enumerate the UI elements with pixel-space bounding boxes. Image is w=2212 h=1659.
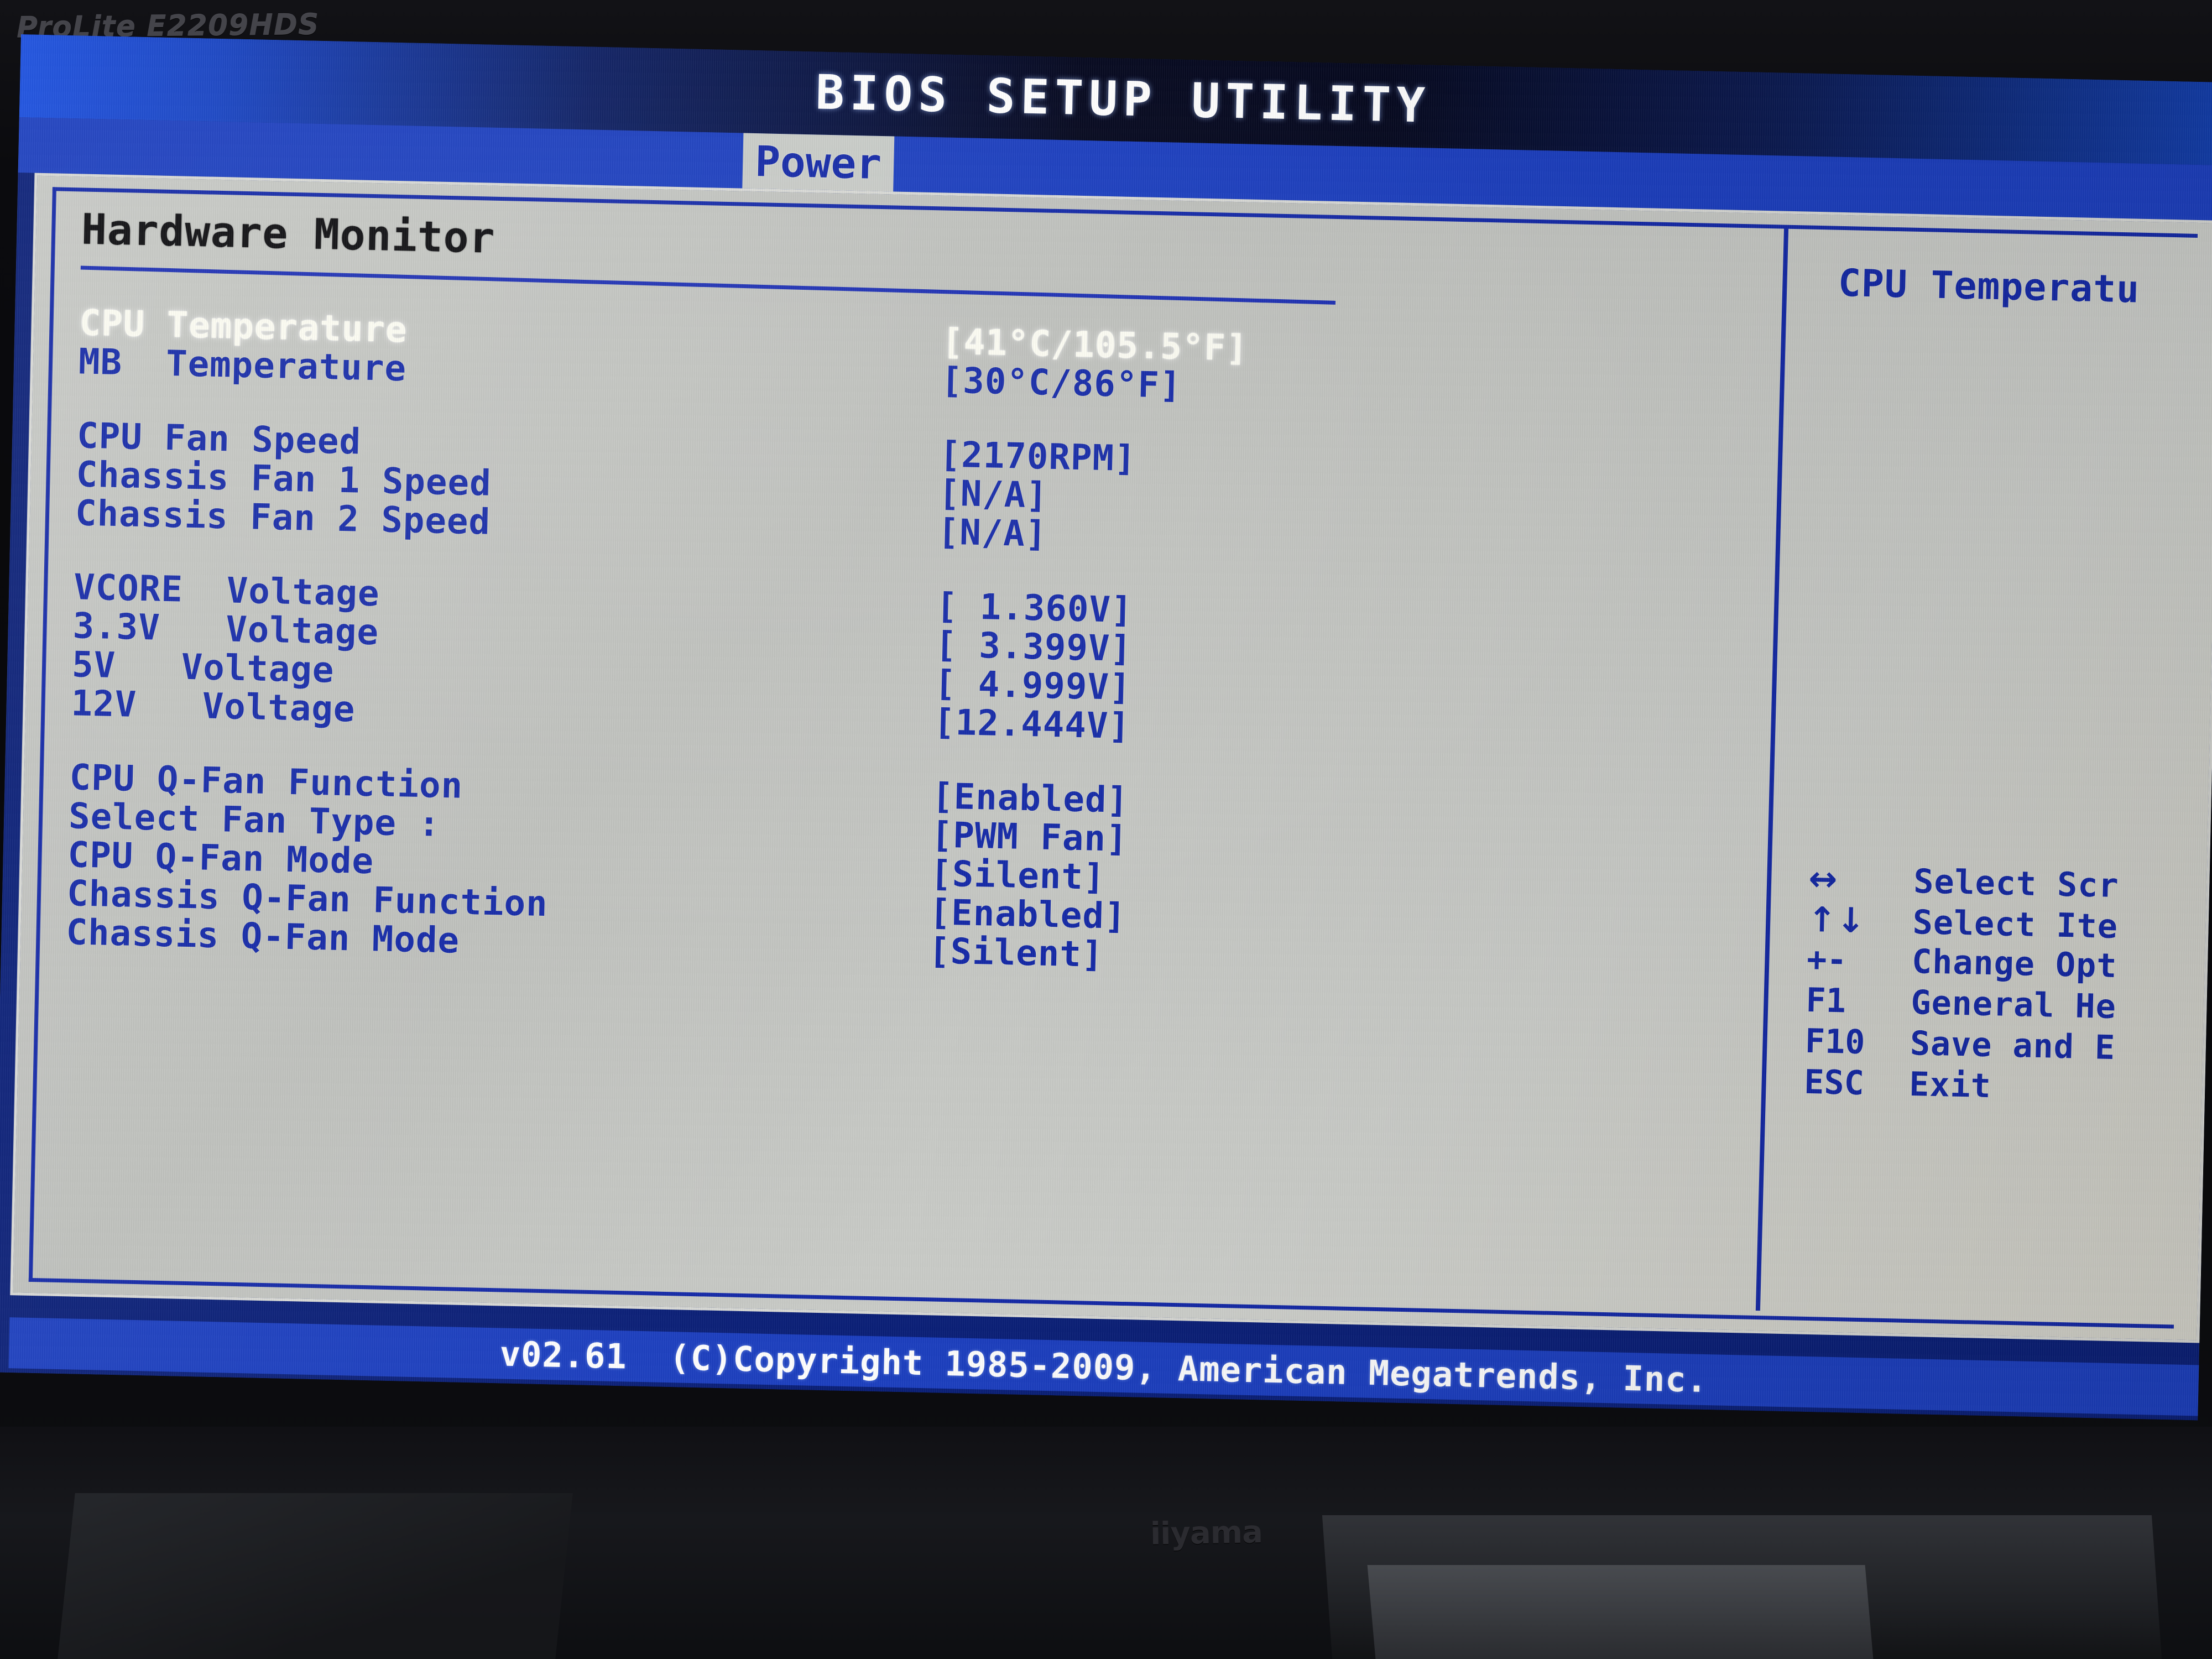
key-description: General He — [1910, 983, 2117, 1027]
key-label: F1 — [1805, 980, 1846, 1021]
bios-body: Hardware Monitor CPU Temperature [41°C/10… — [10, 173, 2212, 1343]
key-description: Select Scr — [1913, 862, 2120, 906]
setting-value[interactable]: [Silent] — [930, 853, 1105, 898]
arrow-key-icon: ↔ — [1808, 858, 1838, 900]
lcd-screen: BIOS SETUP UTILITY Power Hardware Monito… — [0, 34, 2212, 1421]
section-divider — [80, 265, 1336, 305]
setting-value[interactable]: [ 4.999V] — [934, 663, 1131, 708]
help-pane: CPU Temperatu ↔ Select Scr ↑↓ Select Ite +- C… — [1777, 227, 2212, 1321]
desk-object-right-secondary — [1367, 1565, 1874, 1659]
setting-value[interactable]: [12.444V] — [933, 702, 1130, 747]
monitor-brand-logo: iiyama — [1150, 1514, 1263, 1552]
hardware-monitor-pane: Hardware Monitor CPU Temperature [41°C/10… — [47, 204, 1773, 1292]
key-description: Exit — [1908, 1065, 1992, 1106]
tab-power[interactable]: Power — [742, 133, 895, 192]
key-label: F10 — [1804, 1021, 1866, 1062]
key-label: +- — [1806, 940, 1848, 980]
setting-value[interactable]: [N/A] — [938, 473, 1048, 516]
setting-value[interactable]: [Silent] — [928, 931, 1104, 975]
desk-object-left — [58, 1493, 573, 1659]
setting-value[interactable]: [N/A] — [937, 512, 1047, 555]
setting-rows: CPU Temperature [41°C/105.5°F] MB Temperat… — [66, 302, 1739, 987]
help-pane-title: CPU Temperatu — [1838, 261, 2140, 312]
setting-value[interactable]: [Enabled] — [932, 776, 1129, 821]
key-description: Select Ite — [1912, 903, 2119, 947]
monitor-photo: ProLite E2209HDS iiyama BIOS SETUP UTILI… — [0, 0, 2212, 1659]
key-legend-row: ESC Exit — [1804, 1063, 2212, 1115]
section-title: Hardware Monitor — [81, 204, 496, 263]
key-description: Save and E — [1910, 1024, 2116, 1068]
setting-value[interactable]: [2170RPM] — [939, 434, 1136, 479]
key-legend: ↔ Select Scr ↑↓ Select Ite +- Change Opt F1 Gen… — [1804, 858, 2212, 1115]
setting-value[interactable]: [Enabled] — [929, 892, 1126, 937]
key-description: Change Opt — [1911, 942, 2118, 986]
key-label: ESC — [1803, 1062, 1865, 1103]
setting-value[interactable]: [PWM Fan] — [931, 815, 1128, 860]
setting-value[interactable]: [ 3.399V] — [935, 624, 1132, 670]
desk-background — [0, 1427, 2212, 1659]
setting-value[interactable]: [ 1.360V] — [936, 586, 1133, 631]
arrow-key-icon: ↑↓ — [1807, 899, 1866, 941]
